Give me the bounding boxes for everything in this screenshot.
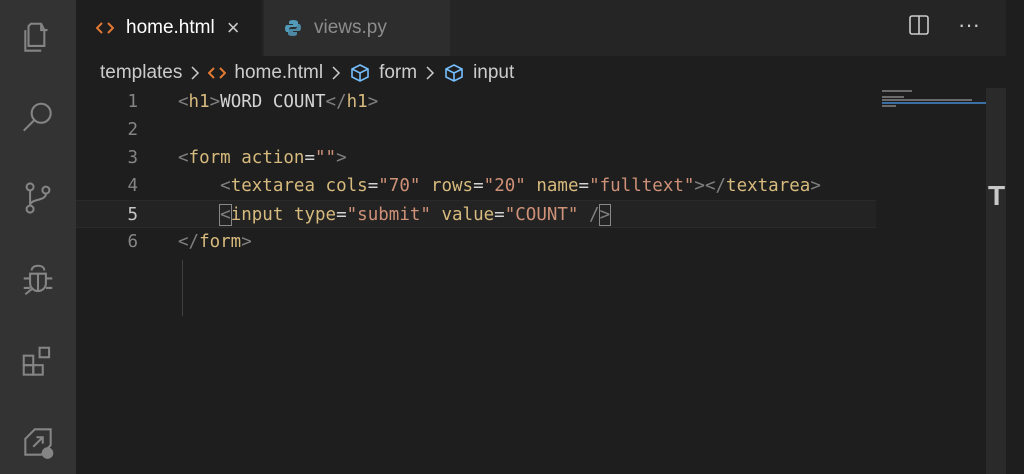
line-number: 2 (127, 120, 138, 140)
code-line[interactable]: 6 </form> (76, 228, 876, 256)
tab-label: home.html (126, 17, 215, 38)
minimap-line (882, 90, 912, 92)
code-line[interactable]: 4 <textarea cols="70" rows="20" name="fu… (76, 172, 876, 200)
python-icon (284, 19, 302, 37)
activity-bar (0, 0, 76, 474)
tab-home-html[interactable]: home.html × (76, 0, 262, 56)
minimap[interactable] (876, 88, 986, 474)
minimap-line (882, 102, 986, 104)
debug-icon[interactable] (14, 256, 62, 304)
code-line[interactable]: 3 <form action=""> (76, 144, 876, 172)
breadcrumb: templates home.html form input (100, 60, 514, 86)
code-text: <h1>WORD COUNT</h1> (178, 92, 379, 112)
chevron-right-icon (331, 65, 341, 81)
line-number: 6 (127, 232, 138, 252)
breadcrumb-item-templates[interactable]: templates (100, 62, 182, 84)
tab-label: views.py (314, 17, 387, 38)
tab-actions: ··· (908, 14, 980, 36)
html-icon (96, 21, 114, 35)
indent-guide (182, 260, 183, 316)
extensions-icon[interactable] (14, 338, 62, 386)
breadcrumb-item-input[interactable]: input (473, 62, 514, 84)
minimap-line (882, 99, 972, 101)
line-number: 4 (127, 176, 138, 196)
code-text: <textarea cols="70" rows="20" name="full… (220, 176, 821, 196)
code-editor[interactable]: 1 <h1>WORD COUNT</h1> 2 3 <form action=""> 4 … (76, 88, 876, 474)
code-text: </form> (178, 232, 252, 252)
line-number: 5 (127, 205, 138, 225)
code-line[interactable]: 5 <input type="submit" value="COUNT" /> (76, 200, 876, 228)
line-number: 3 (127, 148, 138, 168)
overview-ruler-mark: T (988, 180, 1006, 211)
code-line[interactable]: 2 (76, 116, 876, 144)
vertical-scrollbar[interactable] (986, 88, 1006, 474)
element-icon (349, 63, 371, 83)
chevron-right-icon (425, 65, 435, 81)
code-line[interactable]: 1 <h1>WORD COUNT</h1> (76, 88, 876, 116)
more-actions-icon[interactable]: ··· (958, 14, 980, 36)
tab-bar: home.html × views.py ··· (76, 0, 1006, 56)
minimap-line (882, 105, 896, 107)
element-icon (443, 63, 465, 83)
source-control-icon[interactable] (14, 174, 62, 222)
chevron-right-icon (190, 65, 200, 81)
html-icon (208, 66, 227, 80)
close-icon[interactable]: × (227, 15, 240, 41)
explorer-icon[interactable] (14, 14, 62, 62)
split-editor-icon[interactable] (908, 14, 930, 36)
remote-icon[interactable] (14, 418, 62, 466)
breadcrumb-item-form[interactable]: form (379, 62, 417, 84)
window-edge (1006, 0, 1024, 474)
breadcrumb-item-home-html[interactable]: home.html (234, 62, 323, 84)
code-text: <form action=""> (178, 148, 347, 168)
minimap-line (882, 96, 904, 98)
search-icon[interactable] (14, 94, 62, 142)
line-number: 1 (127, 92, 138, 112)
code-text: <input type="submit" value="COUNT" /> (219, 204, 612, 226)
tab-views-py[interactable]: views.py (264, 0, 450, 56)
